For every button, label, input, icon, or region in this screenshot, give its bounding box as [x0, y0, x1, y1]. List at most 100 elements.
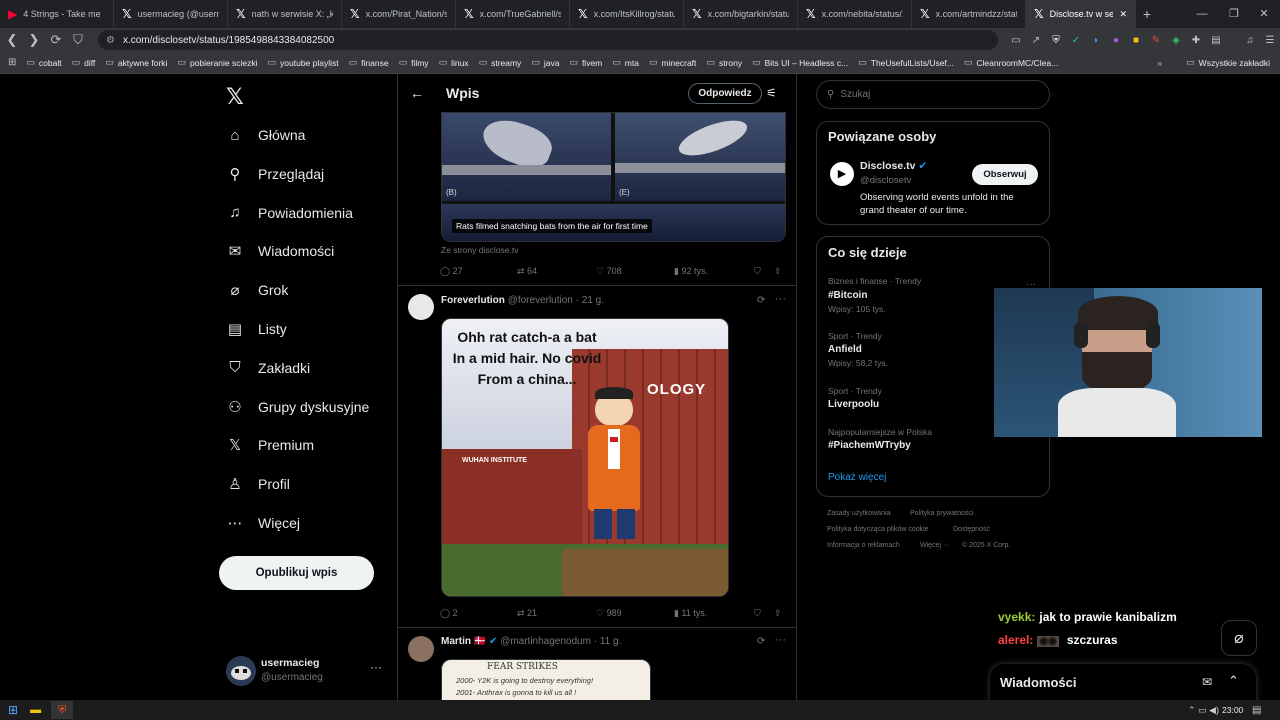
account-menu-icon[interactable]: ··· — [370, 660, 382, 674]
check-extension-icon[interactable]: ✓ — [1068, 35, 1084, 46]
footer-link[interactable]: Informacja o reklamach — [827, 542, 900, 549]
repost-icon[interactable]: ⇄ 64 — [517, 266, 537, 277]
nav-item-explore[interactable]: ⚲ Przeglądaj — [226, 162, 325, 186]
file-explorer-icon[interactable]: ▬ — [30, 704, 41, 716]
browser-tab[interactable]: 𝕏x.com/nebita/status/1 — [798, 0, 912, 28]
nav-item-communities[interactable]: ⚇ Grupy dyskusyjne — [226, 395, 369, 419]
screen-cast-icon[interactable]: ▭ — [1008, 35, 1024, 46]
forward-icon[interactable]: ❯ — [24, 32, 44, 48]
bookmark-icon[interactable]: ⛉ — [754, 266, 761, 277]
footer-link[interactable]: Dostępność — [953, 526, 990, 533]
new-tab-icon[interactable]: + — [1136, 6, 1158, 22]
reply-button[interactable]: Odpowiedz — [688, 83, 762, 104]
reload-icon[interactable]: ⟳ — [46, 32, 66, 48]
browser-tab[interactable]: 𝕏Disclose.tv w serw✕ — [1026, 0, 1136, 28]
menu-icon[interactable]: ☰ — [1262, 35, 1278, 46]
avatar[interactable] — [226, 656, 256, 686]
disclose-avatar-icon[interactable]: ▶ — [830, 162, 854, 186]
bookmark-icon[interactable]: ⛉ — [754, 608, 761, 619]
bookmark-item[interactable]: ▭ youtube playlist — [268, 57, 339, 68]
browser-tab[interactable]: 𝕏x.com/artmindzz/statu — [912, 0, 1026, 28]
bookmark-item[interactable]: ▭ mta — [612, 57, 639, 68]
bookmarks-overflow-icon[interactable]: » — [1157, 58, 1162, 68]
bookmark-item[interactable]: ▭ java — [531, 57, 559, 68]
media-icon[interactable]: ♫ — [1242, 35, 1258, 46]
avatar[interactable] — [408, 294, 434, 320]
bookmark-item[interactable]: ▭ minecraft — [649, 57, 696, 68]
bookmark-item[interactable]: ▭ diff — [72, 57, 96, 68]
trend-name[interactable]: #Bitcoin — [828, 290, 867, 301]
close-window-icon[interactable]: ✕ — [1248, 0, 1280, 28]
browser-tab[interactable]: 𝕏x.com/TrueGabriell/sta — [456, 0, 570, 28]
start-icon[interactable]: ⊞ — [8, 703, 18, 717]
bookmark-item[interactable]: ▭ Bits UI – Headless c... — [752, 57, 848, 68]
link-source[interactable]: Ze strony disclose.tv — [441, 245, 518, 255]
repost-icon[interactable]: ⇄ 21 — [517, 608, 537, 619]
search-input[interactable]: ⚲ Szukaj — [816, 80, 1050, 109]
nav-item-profile[interactable]: ♙ Profil — [226, 472, 290, 496]
extensions-puzzle-icon[interactable]: ✚ — [1188, 35, 1204, 46]
extension-red-icon[interactable]: ✎ — [1148, 35, 1164, 46]
footer-link[interactable]: Więcej ··· — [920, 542, 950, 549]
nav-item-home[interactable]: ⌂ Główna — [226, 123, 305, 147]
follow-button[interactable]: Obserwuj — [972, 164, 1038, 185]
browser-tab[interactable]: 𝕏x.com/bigtarkin/status — [684, 0, 798, 28]
expand-icon[interactable]: ⌃ — [1228, 673, 1239, 689]
trend-name[interactable]: Anfield — [828, 344, 862, 355]
share-icon[interactable]: ↗ — [1028, 35, 1044, 46]
grok-icon[interactable]: ⟳ — [757, 295, 765, 306]
footer-link[interactable]: Polityka dotycząca plików cookie — [827, 526, 929, 533]
nav-item-notifications[interactable]: ♫ Powiadomienia — [226, 201, 353, 225]
browser-tab[interactable]: 𝕏x.com/ItsKillrog/status — [570, 0, 684, 28]
tray-icons[interactable]: ⌃ ▭ ◀) — [1188, 705, 1219, 716]
like-icon[interactable]: ♡ 989 — [596, 608, 622, 619]
brave-shield-icon[interactable]: ⛨ — [1048, 35, 1064, 46]
bookmark-item[interactable]: ▭ pobieranie sciezki — [177, 57, 257, 68]
nav-item-bookmarks[interactable]: ⛉ Zakładki — [226, 356, 310, 380]
footer-link[interactable]: © 2025 X Corp. — [962, 542, 1010, 549]
bookmark-item[interactable]: ▭ TheUsefulLists/Usef... — [858, 57, 954, 68]
footer-link[interactable]: Zasady użytkowania — [827, 510, 890, 517]
share-post-icon[interactable]: ⇪ — [774, 266, 782, 277]
grok-float-icon[interactable]: ⌀ — [1221, 620, 1257, 656]
trend-name[interactable]: Liverpoolu — [828, 399, 879, 410]
minimize-icon[interactable]: — — [1186, 0, 1218, 28]
trend-name[interactable]: #PiachemWTryby — [828, 440, 911, 451]
sidebar-icon[interactable]: ▤ — [1208, 35, 1224, 46]
grok-icon[interactable]: ⟳ — [757, 636, 765, 647]
share-post-icon[interactable]: ⇪ — [774, 608, 782, 619]
views-icon[interactable]: ▮ 11 tys. — [674, 608, 707, 619]
bookmark-page-icon[interactable]: ⛉ — [68, 32, 88, 48]
more-options-icon[interactable]: ··· — [775, 634, 786, 646]
nav-item-messages[interactable]: ✉ Wiadomości — [226, 239, 335, 263]
bookmark-item[interactable]: ▭ aktywne forki — [105, 57, 167, 68]
post-button[interactable]: Opublikuj wpis — [219, 556, 374, 590]
bookmark-item[interactable]: ▭ filmy — [399, 57, 429, 68]
browser-tab[interactable]: ▶ 4 Strings - Take me — [0, 0, 114, 28]
video-player[interactable]: (B) (E) Rats filmed snatching bats from … — [441, 112, 786, 242]
related-name[interactable]: Disclose.tv ✔ — [860, 160, 927, 172]
bookmark-item[interactable]: ▭ strony — [706, 57, 742, 68]
more-options-icon[interactable]: ··· — [775, 293, 786, 305]
avatar[interactable] — [408, 636, 434, 662]
new-message-icon[interactable]: ✉ — [1202, 675, 1212, 689]
browser-tab[interactable]: 𝕏nath w serwisie X: „koc — [228, 0, 342, 28]
bookmark-item[interactable]: ▭ cobalt — [26, 57, 61, 68]
messages-drawer[interactable]: Wiadomości ✉ ⌃ — [990, 664, 1256, 704]
browser-tab[interactable]: 𝕏usermacieg (@userma — [114, 0, 228, 28]
extension-purple-icon[interactable]: ● — [1108, 35, 1124, 46]
site-info-icon[interactable]: ⚙ — [106, 35, 115, 46]
x-logo-icon[interactable]: 𝕏 — [226, 84, 244, 110]
nav-item-premium[interactable]: 𝕏 Premium — [226, 433, 314, 457]
meme-image[interactable]: OLOGY WUHAN INSTITUTE Ohh rat catch-a a … — [441, 318, 729, 597]
extension-green-icon[interactable]: ◈ — [1168, 35, 1184, 46]
note-image[interactable]: FEAR STRIKES 2000- Y2K is going to destr… — [441, 659, 651, 700]
like-icon[interactable]: ♡ 708 — [596, 266, 622, 277]
restore-icon[interactable]: ❐ — [1218, 0, 1250, 28]
back-arrow-icon[interactable]: ← — [410, 85, 424, 101]
back-icon[interactable]: ❮ — [2, 32, 22, 48]
show-more-link[interactable]: Pokaż więcej — [828, 472, 886, 483]
reply-icon[interactable]: ◯ 2 — [440, 608, 458, 619]
reply-icon[interactable]: ◯ 27 — [440, 266, 463, 277]
footer-link[interactable]: Polityka prywatności — [910, 510, 973, 517]
